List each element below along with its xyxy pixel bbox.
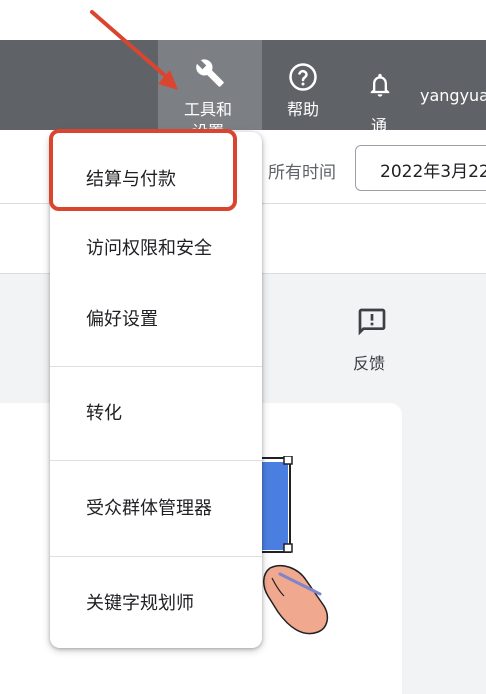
bell-icon [370, 73, 390, 97]
feedback-label: 反馈 [353, 354, 386, 373]
menu-item-preferences[interactable]: 偏好设置 [50, 298, 262, 342]
time-range-label: 所有时间 [268, 163, 336, 183]
account-username[interactable]: yangyuan [420, 86, 486, 105]
menu-item-access-security[interactable]: 访问权限和安全 [50, 227, 262, 271]
notifications-button[interactable]: 通 知 [358, 40, 402, 157]
help-circle-icon [289, 63, 317, 91]
tools-and-settings-button[interactable]: 工具和 设置 [158, 40, 262, 141]
feedback-icon [358, 308, 386, 336]
annotation-highlight-box [49, 129, 237, 211]
menu-item-audience-manager[interactable]: 受众群体管理器 [50, 487, 262, 531]
menu-item-conversions[interactable]: 转化 [50, 392, 262, 436]
help-button[interactable]: 帮助 [275, 40, 333, 130]
illustration-image [250, 456, 329, 635]
feedback-button[interactable]: 反馈 [345, 300, 399, 374]
tools-label-line1: 工具和 [184, 100, 233, 119]
date-range-value: 2022年3月22 [380, 162, 486, 182]
menu-divider [50, 460, 262, 461]
menu-item-keyword-planner[interactable]: 关键字规划师 [50, 582, 262, 626]
menu-divider [50, 366, 262, 367]
menu-divider [50, 556, 262, 557]
help-label: 帮助 [287, 100, 320, 119]
wrench-icon [196, 59, 224, 87]
top-strip [0, 0, 486, 40]
